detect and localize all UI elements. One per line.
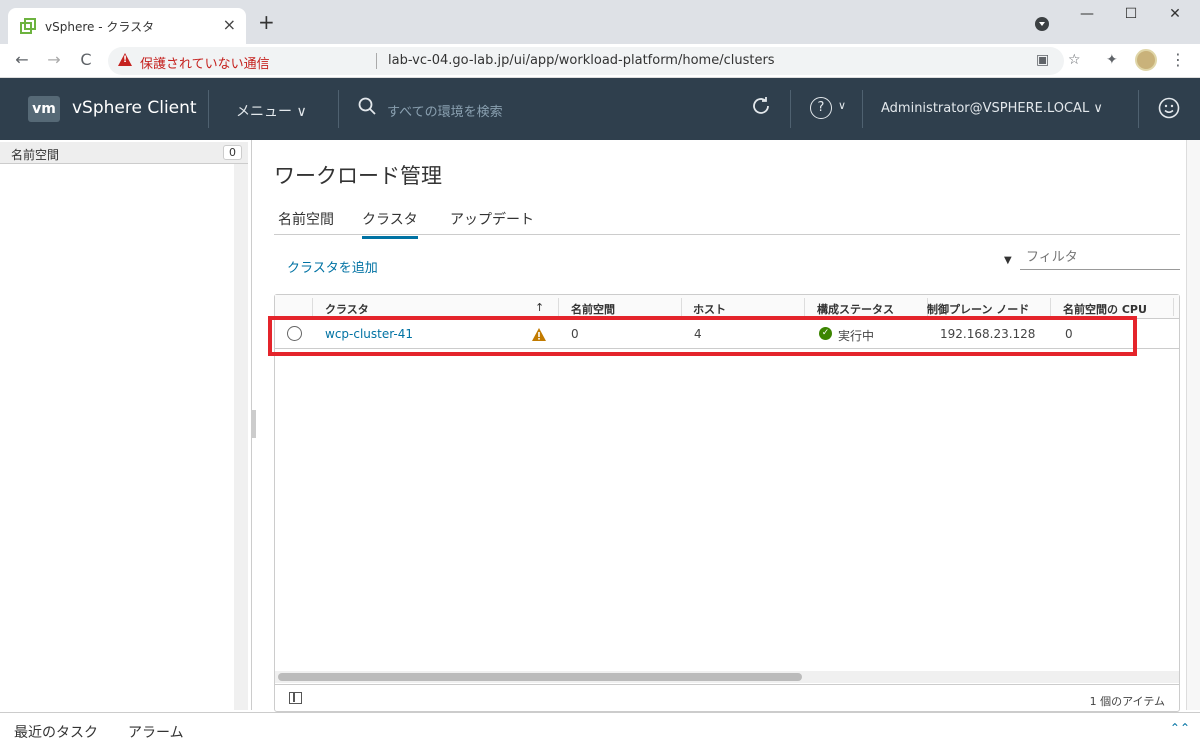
tab-namespaces[interactable]: 名前空間 bbox=[278, 209, 334, 236]
refresh-icon[interactable] bbox=[749, 94, 773, 118]
forward-button[interactable]: → bbox=[44, 50, 64, 69]
vsphere-favicon-icon bbox=[20, 18, 36, 34]
menu-button[interactable]: メニュー ∨ bbox=[236, 101, 307, 121]
chevron-down-icon[interactable]: ∨ bbox=[838, 99, 846, 112]
header-divider bbox=[790, 90, 791, 128]
scrollbar-thumb[interactable] bbox=[278, 673, 802, 681]
maximize-button[interactable]: ☐ bbox=[1116, 6, 1146, 22]
namespace-pane: 名前空間 0 bbox=[0, 140, 252, 710]
header-divider bbox=[338, 90, 339, 128]
new-tab-button[interactable]: + bbox=[258, 12, 275, 32]
page-scrollbar[interactable] bbox=[1186, 140, 1200, 710]
column-separator bbox=[804, 298, 805, 316]
column-header-hosts[interactable]: ホスト bbox=[693, 301, 726, 317]
column-header-namespace-cpu[interactable]: 名前空間の CPU bbox=[1063, 301, 1147, 317]
url-text[interactable]: lab-vc-04.go-lab.jp/ui/app/workload-plat… bbox=[388, 53, 775, 68]
back-button[interactable]: ← bbox=[12, 50, 32, 69]
namespace-pane-scrollbar[interactable] bbox=[234, 164, 248, 710]
browser-menu-icon[interactable]: ⋮ bbox=[1170, 50, 1186, 69]
red-highlight-box bbox=[268, 316, 1137, 356]
filter-icon: ▼ bbox=[1004, 255, 1012, 266]
add-cluster-link[interactable]: クラスタを追加 bbox=[287, 257, 378, 276]
column-toggle-icon[interactable] bbox=[289, 692, 302, 704]
translate-icon[interactable]: ▣ bbox=[1036, 52, 1049, 68]
vm-logo: vm bbox=[28, 96, 60, 122]
global-search-input[interactable]: すべての環境を検索 bbox=[387, 101, 503, 120]
search-icon[interactable] bbox=[358, 97, 376, 115]
header-divider bbox=[1138, 90, 1139, 128]
alarms-tab[interactable]: アラーム bbox=[128, 722, 184, 739]
bookmark-star-icon[interactable]: ☆ bbox=[1068, 52, 1081, 68]
recent-tasks-tab[interactable]: 最近のタスク bbox=[14, 722, 98, 739]
column-separator bbox=[1173, 298, 1174, 316]
omnibox-divider bbox=[376, 53, 377, 69]
datagrid-footer: 1 個のアイテム bbox=[275, 684, 1179, 711]
namespace-count-badge: 0 bbox=[223, 145, 242, 160]
browser-toolbar: ← → C 保護されていない通信 lab-vc-04.go-lab.jp/ui/… bbox=[0, 44, 1200, 78]
expand-panel-icon[interactable]: ⌃⌃ bbox=[1170, 721, 1190, 735]
filter-input[interactable] bbox=[1020, 246, 1180, 270]
column-header-config-status[interactable]: 構成ステータス bbox=[817, 301, 894, 317]
browser-tab[interactable]: vSphere - クラスタ × bbox=[8, 8, 246, 44]
tab-clusters[interactable]: クラスタ bbox=[362, 209, 418, 239]
namespace-pane-title: 名前空間 bbox=[11, 148, 60, 162]
tab-updates[interactable]: アップデート bbox=[450, 209, 534, 236]
feedback-smile-icon[interactable] bbox=[1158, 97, 1180, 119]
item-count: 1 個のアイテム bbox=[1089, 695, 1165, 708]
page-title: ワークロード管理 bbox=[274, 164, 442, 188]
extensions-icon[interactable]: ✦ bbox=[1106, 52, 1118, 68]
column-separator bbox=[1050, 298, 1051, 316]
header-divider bbox=[208, 90, 209, 128]
column-header-control-plane[interactable]: 制御プレーン ノード bbox=[927, 301, 1029, 317]
vsphere-header: vm vSphere Client メニュー ∨ すべての環境を検索 ? ∨ A… bbox=[0, 78, 1200, 140]
minimize-button[interactable]: — bbox=[1072, 6, 1102, 22]
namespace-pane-header: 名前空間 0 bbox=[0, 142, 248, 164]
close-window-button[interactable]: ✕ bbox=[1160, 6, 1190, 22]
content-tabs: 名前空間 クラスタ アップデート bbox=[274, 206, 1180, 239]
profile-avatar[interactable] bbox=[1135, 49, 1157, 71]
tab-search-icon[interactable] bbox=[1035, 17, 1049, 31]
bottom-panel-bar: 最近のタスク アラーム ⌃⌃ bbox=[0, 712, 1200, 739]
user-menu[interactable]: Administrator@VSPHERE.LOCAL ∨ bbox=[881, 101, 1103, 116]
pane-splitter[interactable] bbox=[252, 410, 256, 438]
column-header-cluster[interactable]: クラスタ bbox=[325, 301, 369, 317]
sort-ascending-icon[interactable]: ↑ bbox=[535, 301, 544, 314]
column-separator bbox=[681, 298, 682, 316]
help-icon[interactable]: ? bbox=[810, 97, 832, 119]
column-separator bbox=[558, 298, 559, 316]
insecure-label[interactable]: 保護されていない通信 bbox=[140, 53, 270, 72]
tab-title: vSphere - クラスタ bbox=[45, 20, 155, 34]
column-header-namespaces[interactable]: 名前空間 bbox=[571, 301, 615, 317]
column-separator bbox=[312, 298, 313, 316]
tab-close-icon[interactable]: × bbox=[223, 15, 236, 34]
reload-button[interactable]: C bbox=[76, 50, 96, 69]
address-bar[interactable]: 保護されていない通信 lab-vc-04.go-lab.jp/ui/app/wo… bbox=[108, 47, 1064, 75]
app-name: vSphere Client bbox=[72, 98, 197, 118]
horizontal-scrollbar[interactable] bbox=[275, 671, 1179, 683]
cluster-datagrid: クラスタ ↑ 名前空間 ホスト 構成ステータス 制御プレーン ノード 名前空間の… bbox=[274, 294, 1180, 712]
warning-icon bbox=[118, 53, 132, 66]
browser-tabstrip: vSphere - クラスタ × + — ☐ ✕ bbox=[0, 0, 1200, 44]
header-divider bbox=[862, 90, 863, 128]
